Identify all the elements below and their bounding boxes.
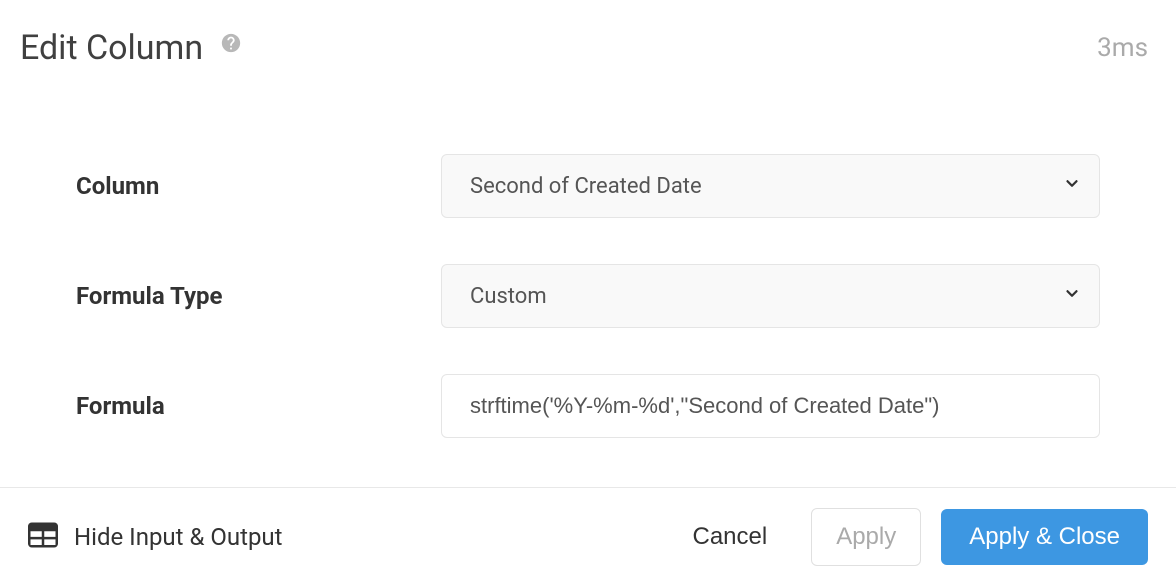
- column-value: Second of Created Date: [470, 174, 702, 199]
- dialog-header: Edit Column 3ms: [0, 0, 1176, 68]
- form-row-column: Column Second of Created Date: [76, 154, 1100, 218]
- apply-close-button[interactable]: Apply & Close: [941, 509, 1148, 565]
- title-wrap: Edit Column: [20, 28, 243, 68]
- form-area: Column Second of Created Date Formula Ty…: [0, 126, 1176, 438]
- toggle-io-label: Hide Input & Output: [74, 523, 283, 551]
- formula-label: Formula: [76, 392, 441, 420]
- apply-button[interactable]: Apply: [811, 508, 921, 566]
- chevron-down-icon: [1063, 174, 1081, 199]
- toggle-io-button[interactable]: Hide Input & Output: [28, 522, 283, 552]
- page-title: Edit Column: [20, 28, 203, 68]
- column-select[interactable]: Second of Created Date: [441, 154, 1100, 218]
- table-icon: [28, 522, 58, 552]
- cancel-button[interactable]: Cancel: [668, 509, 791, 565]
- help-icon[interactable]: [219, 31, 243, 55]
- footer-actions: Cancel Apply Apply & Close: [668, 508, 1148, 566]
- dialog-footer: Hide Input & Output Cancel Apply Apply &…: [0, 487, 1176, 586]
- form-row-formula: Formula: [76, 374, 1100, 438]
- formula-type-value: Custom: [470, 284, 547, 309]
- formula-input[interactable]: [441, 374, 1100, 438]
- formula-type-label: Formula Type: [76, 282, 441, 310]
- column-label: Column: [76, 172, 441, 200]
- formula-type-select[interactable]: Custom: [441, 264, 1100, 328]
- form-row-formula-type: Formula Type Custom: [76, 264, 1100, 328]
- timing-badge: 3ms: [1097, 33, 1148, 63]
- chevron-down-icon: [1063, 284, 1081, 309]
